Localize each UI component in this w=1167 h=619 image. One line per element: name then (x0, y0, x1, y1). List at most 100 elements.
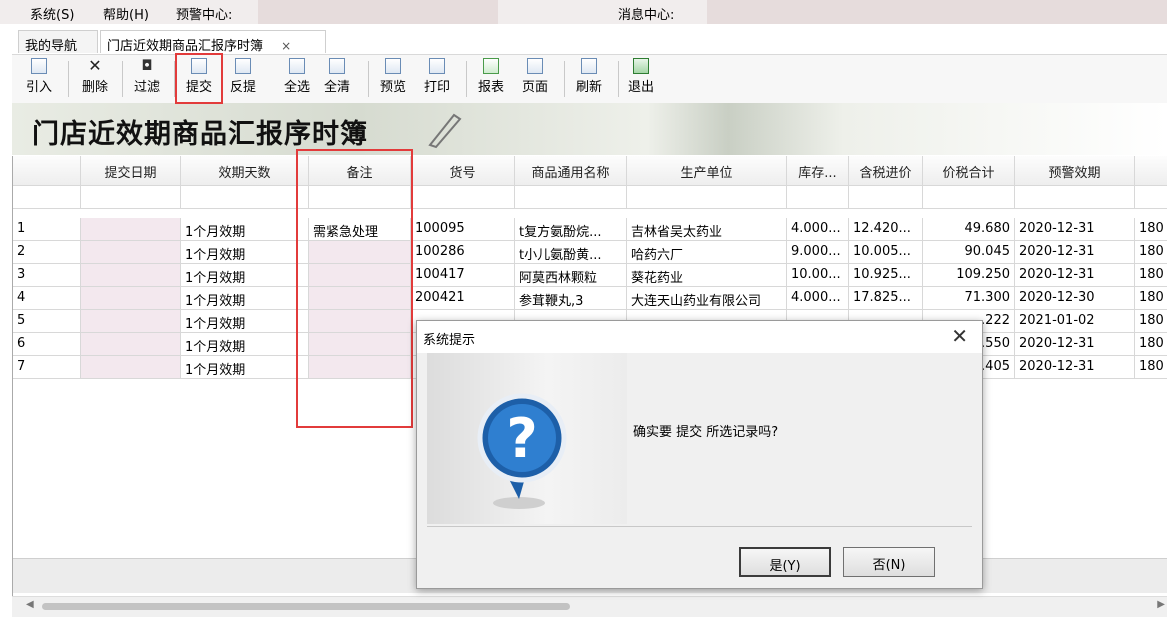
filter-cell[interactable] (627, 186, 787, 209)
column-header-extra[interactable] (1135, 156, 1167, 186)
column-header-tax-price[interactable]: 含税进价 (849, 156, 923, 186)
scroll-right-icon[interactable]: ▶ (1157, 599, 1165, 610)
column-header-expiry-days[interactable]: 效期天数 (181, 156, 309, 186)
cell-row-index[interactable]: 6 (13, 333, 81, 356)
preview-button[interactable]: 预览 (376, 58, 410, 95)
cell-generic-name[interactable]: 参茸鞭丸,3 (515, 287, 627, 310)
print-button[interactable]: 打印 (420, 58, 454, 95)
column-header-submit-date[interactable]: 提交日期 (81, 156, 181, 186)
cell-alert-expiry[interactable]: 2020-12-31 (1015, 264, 1135, 287)
cell-stock[interactable]: 10.00... (787, 264, 849, 287)
cell-expiry-days[interactable]: 1个月效期 (181, 218, 309, 241)
filter-cell[interactable] (411, 186, 515, 209)
cell-extra[interactable]: 180 (1135, 356, 1167, 379)
page-button[interactable]: 页面 (518, 58, 552, 95)
cell-item-no[interactable]: 100286 (411, 241, 515, 264)
cell-expiry-days[interactable]: 1个月效期 (181, 333, 309, 356)
unsubmit-button[interactable]: 反提 (226, 58, 260, 95)
filter-cell[interactable] (13, 186, 81, 209)
cell-manufacturer[interactable]: 吉林省吴太药业 (627, 218, 787, 241)
cell-tax-price[interactable]: 12.420... (849, 218, 923, 241)
cell-stock[interactable]: 4.000... (787, 218, 849, 241)
cell-row-index[interactable]: 2 (13, 241, 81, 264)
filter-cell[interactable] (181, 186, 309, 209)
cell-generic-name[interactable]: t复方氨酚烷... (515, 218, 627, 241)
column-header[interactable] (13, 156, 81, 186)
cell-row-index[interactable]: 1 (13, 218, 81, 241)
cell-extra[interactable]: 180 (1135, 241, 1167, 264)
cell-extra[interactable]: 180 (1135, 333, 1167, 356)
cell-expiry-days[interactable]: 1个月效期 (181, 356, 309, 379)
import-button[interactable]: 引入 (22, 58, 56, 95)
tab-near-expiry-report[interactable]: 门店近效期商品汇报序时簿 × (100, 30, 326, 54)
cell-tax-price[interactable]: 17.825... (849, 287, 923, 310)
cell-row-index[interactable]: 4 (13, 287, 81, 310)
delete-button[interactable]: ✕ 删除 (78, 58, 112, 96)
cell-row-index[interactable]: 3 (13, 264, 81, 287)
select-all-button[interactable]: 全选 (280, 58, 314, 95)
menu-help[interactable]: 帮助(H) (103, 4, 149, 23)
filter-cell[interactable] (1015, 186, 1135, 209)
cell-item-no[interactable]: 100417 (411, 264, 515, 287)
cell-tax-price[interactable]: 10.925... (849, 264, 923, 287)
cell-extra[interactable]: 180 (1135, 310, 1167, 333)
cell-alert-expiry[interactable]: 2020-12-30 (1015, 287, 1135, 310)
filter-cell[interactable] (515, 186, 627, 209)
table-row[interactable]: 2 1个月效期 100286 t小儿氨酚黄... 哈药六厂 9.000... 10.005.… (13, 241, 1167, 264)
horizontal-scrollbar[interactable]: ◀ ▶ (12, 596, 1167, 617)
cell-item-no[interactable]: 200421 (411, 287, 515, 310)
refresh-button[interactable]: 刷新 (572, 58, 606, 95)
table-row[interactable]: 3 1个月效期 100417 阿莫西林颗粒 葵花药业 10.00... 10.925... 1… (13, 264, 1167, 287)
cell-extra[interactable]: 180 (1135, 287, 1167, 310)
filter-cell[interactable] (849, 186, 923, 209)
cell-generic-name[interactable]: 阿莫西林颗粒 (515, 264, 627, 287)
column-header-alert-expiry[interactable]: 预警效期 (1015, 156, 1135, 186)
close-icon[interactable]: × (281, 39, 291, 53)
column-header-item-no[interactable]: 货号 (411, 156, 515, 186)
column-header-total[interactable]: 价税合计 (923, 156, 1015, 186)
clear-all-button[interactable]: 全清 (320, 58, 354, 95)
cell-alert-expiry[interactable]: 2020-12-31 (1015, 333, 1135, 356)
cell-extra[interactable]: 180 (1135, 264, 1167, 287)
cell-submit-date[interactable] (81, 333, 181, 356)
filter-cell[interactable] (787, 186, 849, 209)
filter-cell[interactable] (923, 186, 1015, 209)
cell-submit-date[interactable] (81, 287, 181, 310)
cell-tax-price[interactable]: 10.005... (849, 241, 923, 264)
tab-my-navigation[interactable]: 我的导航 (18, 30, 98, 54)
cell-row-index[interactable]: 7 (13, 356, 81, 379)
cell-manufacturer[interactable]: 哈药六厂 (627, 241, 787, 264)
yes-button[interactable]: 是(Y) (739, 547, 831, 577)
cell-manufacturer[interactable]: 大连天山药业有限公司 (627, 287, 787, 310)
cell-total[interactable]: 71.300 (923, 287, 1015, 310)
cell-submit-date[interactable] (81, 356, 181, 379)
cell-stock[interactable]: 4.000... (787, 287, 849, 310)
cell-submit-date[interactable] (81, 218, 181, 241)
menu-system[interactable]: 系统(S) (30, 4, 74, 23)
cell-submit-date[interactable] (81, 264, 181, 287)
column-header-stock[interactable]: 库存... (787, 156, 849, 186)
table-row[interactable]: 1 1个月效期 需紧急处理 100095 t复方氨酚烷... 吉林省吴太药业 4.000..… (13, 218, 1167, 241)
cell-generic-name[interactable]: t小儿氨酚黄... (515, 241, 627, 264)
cell-total[interactable]: 49.680 (923, 218, 1015, 241)
filter-button[interactable]: ◘ 过滤 (130, 58, 164, 95)
scroll-thumb[interactable] (42, 603, 570, 610)
scroll-left-icon[interactable]: ◀ (26, 599, 34, 610)
close-icon[interactable]: ✕ (951, 324, 968, 348)
cell-stock[interactable]: 9.000... (787, 241, 849, 264)
cell-alert-expiry[interactable]: 2020-12-31 (1015, 356, 1135, 379)
report-button[interactable]: 报表 (474, 58, 508, 95)
cell-expiry-days[interactable]: 1个月效期 (181, 287, 309, 310)
exit-button[interactable]: 退出 (624, 58, 658, 95)
table-row[interactable]: 4 1个月效期 200421 参茸鞭丸,3 大连天山药业有限公司 4.000... 17.8… (13, 287, 1167, 310)
cell-extra[interactable]: 180 (1135, 218, 1167, 241)
grid-filter-row[interactable] (13, 186, 1167, 209)
cell-expiry-days[interactable]: 1个月效期 (181, 264, 309, 287)
cell-manufacturer[interactable]: 葵花药业 (627, 264, 787, 287)
cell-alert-expiry[interactable]: 2020-12-31 (1015, 241, 1135, 264)
cell-row-index[interactable]: 5 (13, 310, 81, 333)
cell-alert-expiry[interactable]: 2021-01-02 (1015, 310, 1135, 333)
filter-cell[interactable] (81, 186, 181, 209)
cell-submit-date[interactable] (81, 241, 181, 264)
cell-item-no[interactable]: 100095 (411, 218, 515, 241)
